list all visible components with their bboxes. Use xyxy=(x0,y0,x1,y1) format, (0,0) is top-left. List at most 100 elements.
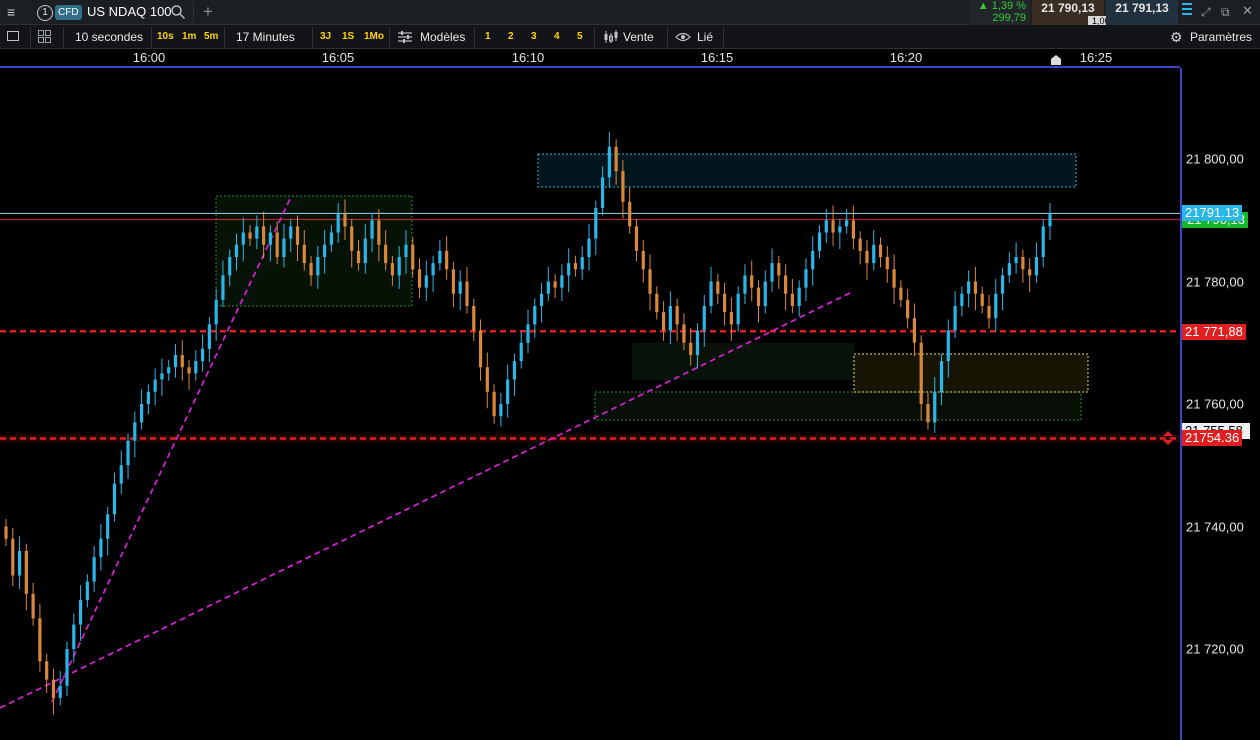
popout-icon[interactable]: ⧉ xyxy=(1221,5,1230,19)
candle-body xyxy=(465,281,469,306)
time-tick-label: 16:20 xyxy=(889,50,923,65)
price-axis-border xyxy=(1180,68,1182,740)
candle-body xyxy=(58,685,62,698)
candle-body xyxy=(899,287,903,300)
candle-body xyxy=(722,293,727,313)
candle-body xyxy=(1041,226,1045,257)
range-1s-button[interactable]: 1S xyxy=(342,25,354,49)
candle-body xyxy=(865,250,869,264)
interval-1m-button[interactable]: 1m xyxy=(182,25,196,49)
candle-body xyxy=(695,330,700,355)
menu-stripes-icon[interactable] xyxy=(1182,3,1192,17)
candle-body xyxy=(173,355,178,368)
gear-icon[interactable]: ⚙ xyxy=(1170,30,1183,44)
range-3j-button[interactable]: 3J xyxy=(320,25,331,49)
candle-body xyxy=(17,551,22,576)
change-points: 299,79 xyxy=(992,12,1026,24)
candle-body xyxy=(99,538,103,558)
candle-body xyxy=(126,440,130,466)
candle-body xyxy=(600,177,605,208)
candle-body xyxy=(872,244,876,264)
candle-body xyxy=(655,293,659,313)
candle-body xyxy=(214,299,218,325)
add-tab-icon[interactable]: + xyxy=(203,2,213,22)
range-1mo-button[interactable]: 1Mo xyxy=(364,25,384,49)
candle-body xyxy=(878,244,883,257)
ask-price: 21 791,13 xyxy=(1115,1,1169,15)
candle-body xyxy=(1021,257,1025,270)
duration-selector[interactable]: 17 Minutes xyxy=(236,25,295,49)
chart-type-icon[interactable] xyxy=(7,31,19,41)
link-button[interactable]: Lié xyxy=(697,25,713,49)
hamburger-icon[interactable]: ≡ xyxy=(7,5,15,19)
candle-body xyxy=(628,201,632,227)
candle-body xyxy=(438,250,442,264)
candle-body xyxy=(248,232,252,239)
candle-body xyxy=(967,281,971,294)
close-icon[interactable]: ✕ xyxy=(1242,4,1253,18)
candle-body xyxy=(926,404,930,423)
scroll-home-icon[interactable] xyxy=(1050,54,1062,66)
candle-body xyxy=(451,269,456,294)
candle-body xyxy=(51,679,56,698)
candle-body xyxy=(946,330,950,362)
interval-10s-button[interactable]: 10s xyxy=(157,25,174,49)
interval-selector[interactable]: 10 secondes xyxy=(75,25,143,49)
candle-body xyxy=(607,146,611,178)
time-tick-label: 16:25 xyxy=(1079,50,1113,65)
candle-body xyxy=(268,232,272,245)
candle-body xyxy=(160,373,164,380)
candle-body xyxy=(92,557,96,582)
candle-body xyxy=(221,275,225,300)
candle-body xyxy=(1014,257,1018,264)
candle-body xyxy=(323,244,327,257)
search-icon[interactable] xyxy=(170,4,186,20)
drag-handle-icon[interactable] xyxy=(1162,431,1174,445)
eye-icon[interactable] xyxy=(675,32,691,42)
candle-body xyxy=(146,391,150,404)
candle-body xyxy=(702,306,706,331)
candle-body xyxy=(329,232,334,245)
candle-body xyxy=(892,269,896,288)
candle-body xyxy=(282,238,286,257)
interval-5m-button[interactable]: 5m xyxy=(204,25,218,49)
time-tick-label: 16:00 xyxy=(132,50,166,65)
template-slot-4[interactable]: 4 xyxy=(554,25,560,49)
instrument-number-badge: 1 xyxy=(37,5,53,21)
candle-body xyxy=(784,275,788,294)
layout-grid-icon[interactable] xyxy=(38,30,52,43)
candles-icon xyxy=(604,30,618,43)
price-tick-label: 21 740,00 xyxy=(1186,519,1244,535)
ask-price-box[interactable]: 21 791,13 xyxy=(1106,0,1178,25)
candle-body xyxy=(831,220,835,233)
candle-body xyxy=(546,281,550,294)
candle-body xyxy=(133,422,137,441)
candle-body xyxy=(777,263,781,276)
candle-body xyxy=(295,226,300,245)
candle-body xyxy=(45,661,49,680)
price-tick-label: 21 780,00 xyxy=(1186,274,1244,290)
candle-body xyxy=(255,226,259,239)
candle-body xyxy=(356,250,361,264)
settings-button[interactable]: Paramètres xyxy=(1190,25,1252,49)
price-mode-selector[interactable]: Vente xyxy=(623,25,654,49)
expand-icon[interactable]: ⤢ xyxy=(1201,5,1211,19)
candle-body xyxy=(994,293,998,319)
price-chart[interactable] xyxy=(0,68,1180,740)
template-slot-3[interactable]: 3 xyxy=(531,25,537,49)
candle-body xyxy=(390,263,395,276)
candle-body xyxy=(906,299,910,319)
candle-body xyxy=(431,263,435,276)
candle-body xyxy=(262,226,266,245)
instrument-name[interactable]: US NDAQ 100 xyxy=(87,4,172,19)
time-tick-label: 16:05 xyxy=(321,50,355,65)
candle-body xyxy=(634,226,639,251)
candle-body xyxy=(980,293,984,306)
templates-icon[interactable] xyxy=(398,31,412,43)
template-slot-2[interactable]: 2 xyxy=(508,25,514,49)
candle-body xyxy=(343,214,347,227)
templates-button[interactable]: Modèles xyxy=(420,25,465,49)
template-slot-5[interactable]: 5 xyxy=(577,25,583,49)
top-bar: ≡ 1 CFD US NDAQ 100 + ▲ 1,39 % 299,79 21… xyxy=(0,0,1260,26)
template-slot-1[interactable]: 1 xyxy=(485,25,491,49)
